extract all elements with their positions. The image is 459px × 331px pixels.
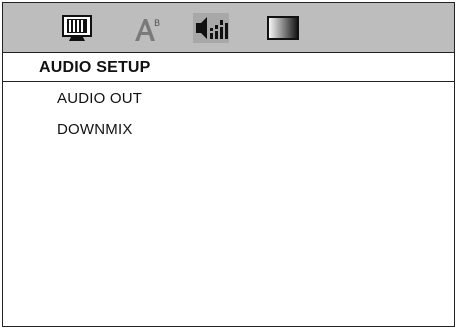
setup-icon-bar: B	[3, 3, 454, 52]
audio-setup-icon[interactable]	[193, 13, 229, 43]
language-setup-icon[interactable]: B	[131, 13, 167, 43]
tv-setup-icon[interactable]	[60, 13, 96, 43]
video-setup-icon[interactable]	[265, 13, 301, 43]
menu-item-downmix[interactable]: DOWNMIX	[57, 121, 133, 138]
svg-text:B: B	[154, 19, 160, 29]
section-header: AUDIO SETUP	[3, 52, 454, 82]
page-title: AUDIO SETUP	[39, 59, 151, 76]
setup-menu-window: B AUDIO SETUP AUDIO OUT DOWNMIX	[2, 2, 455, 327]
menu-item-audio-out[interactable]: AUDIO OUT	[57, 90, 142, 107]
